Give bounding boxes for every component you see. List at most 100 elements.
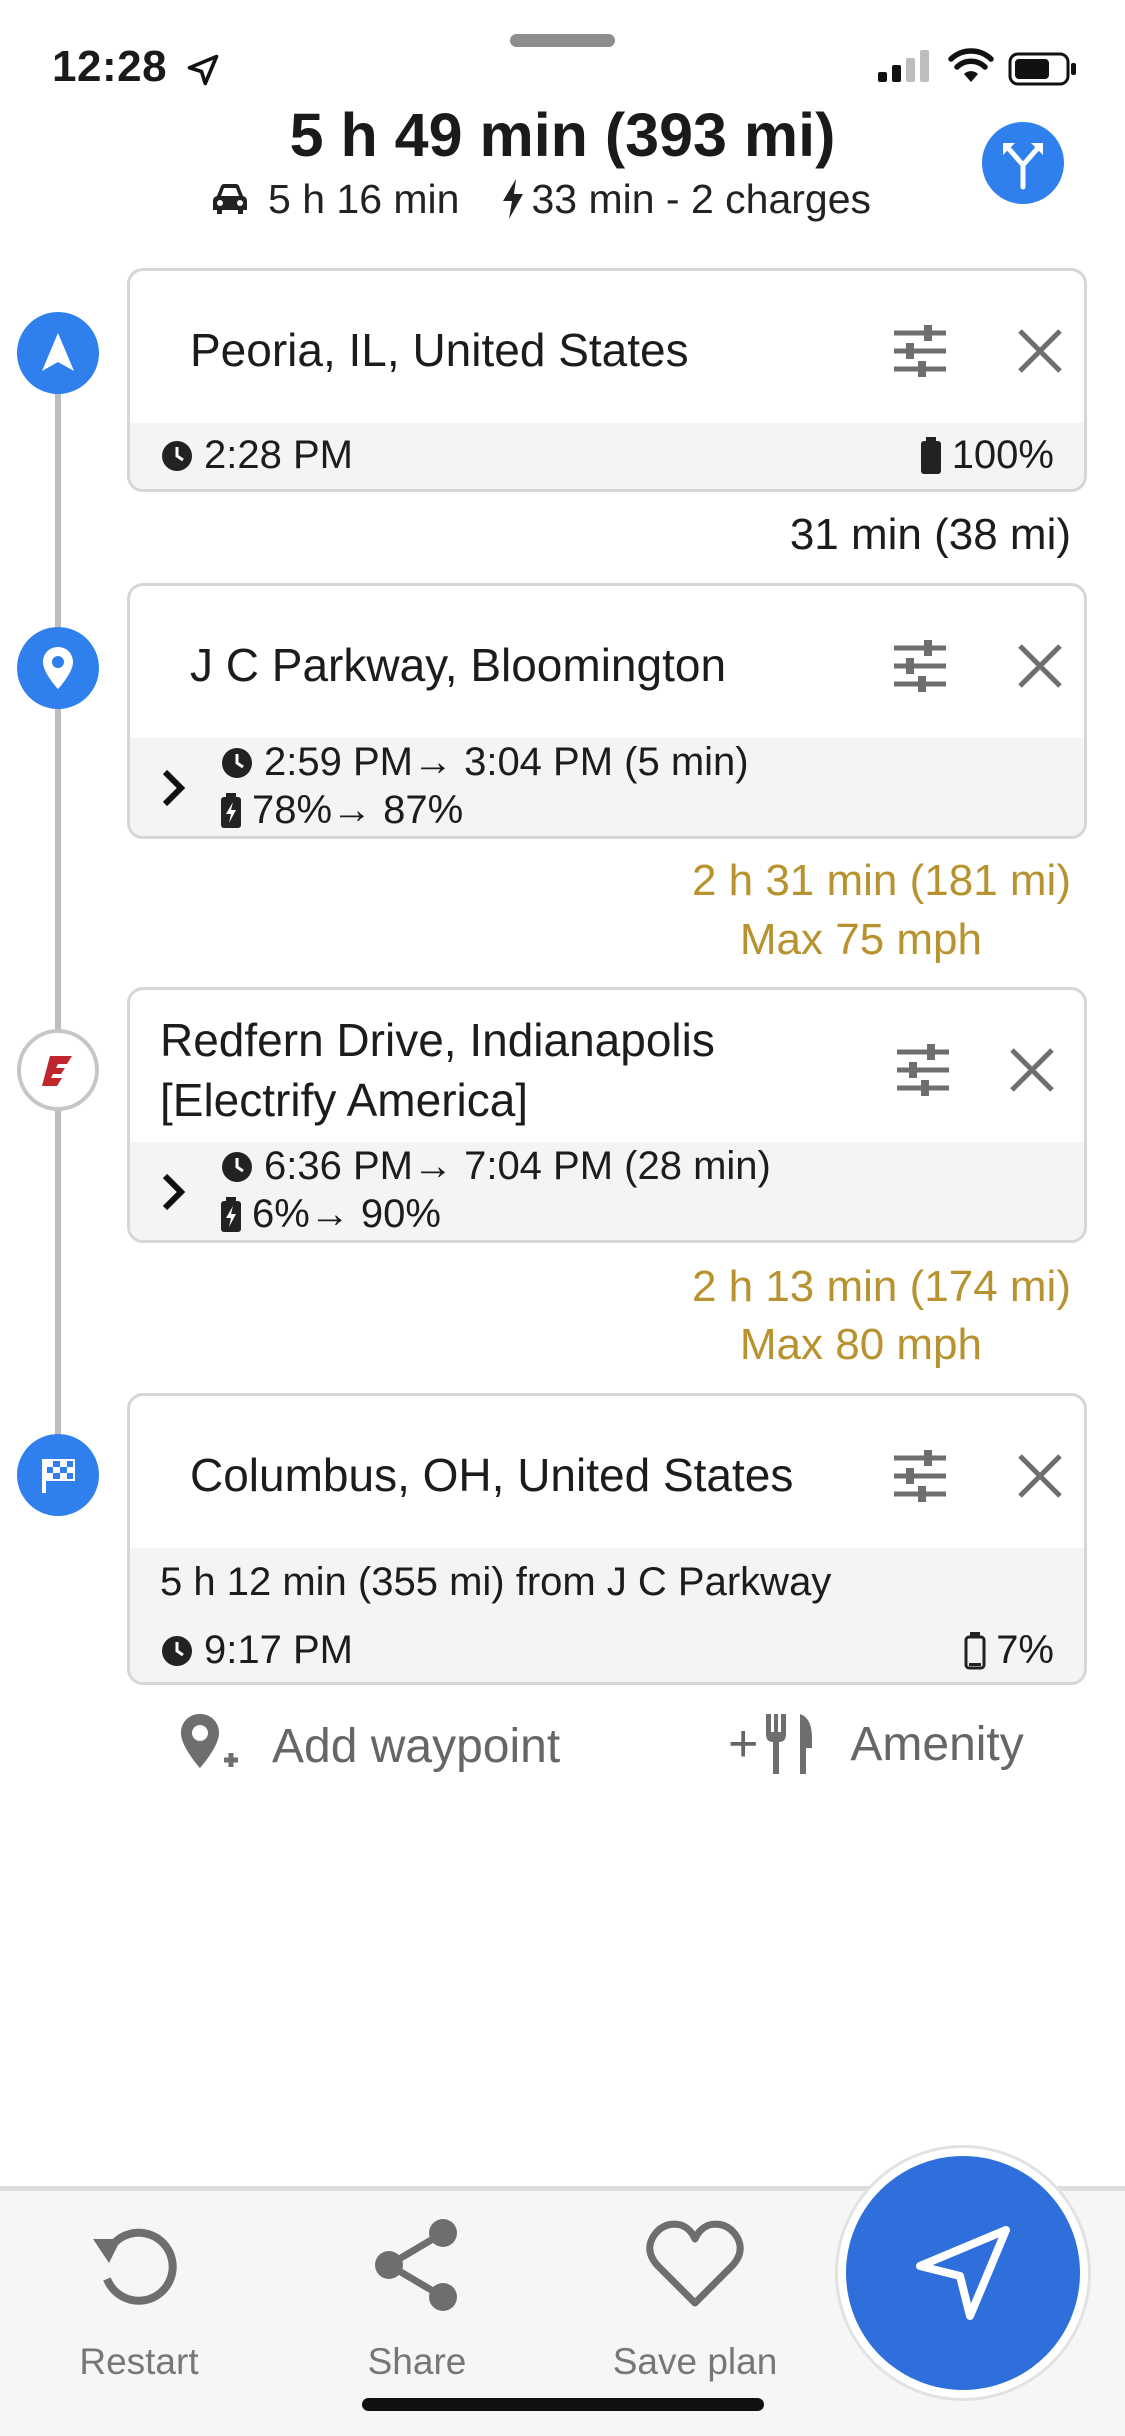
map-pin-icon bbox=[43, 647, 73, 689]
add-location-icon bbox=[181, 1714, 238, 1768]
arrival-time: 9:17 PM bbox=[204, 1628, 353, 1672]
charge-time-row: 2:59 PM→ 3:04 PM (5 min) bbox=[220, 740, 749, 785]
charger-node bbox=[17, 1029, 99, 1111]
fork-knife-icon bbox=[766, 1714, 813, 1774]
stop-title: Columbus, OH, United States bbox=[190, 1449, 794, 1501]
clock-icon bbox=[162, 440, 192, 471]
stop-settings-button[interactable] bbox=[890, 636, 950, 696]
leg-from-text: 5 h 12 min (355 mi) from J C Parkway bbox=[160, 1560, 832, 1604]
stop-footer: 5 h 12 min (355 mi) from J C Parkway 9:1… bbox=[130, 1548, 1084, 1682]
electrify-america-logo bbox=[42, 1056, 72, 1086]
stop-title-line1: Redfern Drive, Indianapolis bbox=[160, 1014, 715, 1066]
stop-footer: 6:36 PM→ 7:04 PM (28 min) 6%→ 90% bbox=[130, 1142, 1084, 1240]
expand-stop-button[interactable] bbox=[160, 758, 200, 818]
plus-icon: + bbox=[728, 1715, 759, 1773]
drive-time: 5 h 16 min bbox=[268, 175, 460, 222]
alternate-routes-button[interactable] bbox=[982, 122, 1064, 204]
remove-stop-button[interactable] bbox=[1010, 1446, 1070, 1506]
restart-button[interactable]: Restart bbox=[44, 2213, 234, 2383]
wifi-icon bbox=[948, 48, 994, 82]
stop-card-start[interactable]: Peoria, IL, United States 2:28 PM 100% bbox=[127, 268, 1087, 492]
charge-level-range: 78%→ 87% bbox=[252, 788, 464, 832]
battery-level: 100% bbox=[951, 433, 1054, 477]
clock-icon bbox=[222, 1151, 252, 1182]
restart-label: Restart bbox=[79, 2341, 199, 2382]
leg-duration-2: 2 h 31 min (181 mi) bbox=[691, 856, 1071, 905]
stop-title: Redfern Drive, Indianapolis [Electrify A… bbox=[160, 1010, 715, 1130]
status-time: 12:28 bbox=[52, 42, 168, 91]
car-icon bbox=[213, 184, 247, 214]
charge-level-range: 6%→ 90% bbox=[252, 1192, 441, 1236]
add-amenity-button[interactable]: + Amenity bbox=[728, 1712, 1024, 1776]
navigation-send-icon bbox=[916, 2226, 1010, 2320]
charge-time-row: 6:36 PM→ 7:04 PM (28 min) bbox=[220, 1144, 771, 1189]
remove-stop-button[interactable] bbox=[1002, 1040, 1062, 1100]
lightning-bolt-icon bbox=[503, 179, 524, 219]
tune-sliders-icon bbox=[894, 325, 946, 377]
stop-settings-button[interactable] bbox=[890, 321, 950, 381]
chevron-right-icon bbox=[162, 1173, 186, 1211]
close-icon bbox=[1010, 1048, 1054, 1092]
stop-footer: 2:59 PM→ 3:04 PM (5 min) 78%→ 87% bbox=[130, 738, 1084, 836]
share-label: Share bbox=[367, 2341, 467, 2382]
arrival-row: 2:28 PM bbox=[160, 433, 353, 478]
clock-icon bbox=[162, 1635, 192, 1666]
add-actions-row: Add waypoint + Amenity bbox=[0, 1712, 1125, 1782]
stop-settings-button[interactable] bbox=[893, 1040, 953, 1100]
stop-card-charger[interactable]: Redfern Drive, Indianapolis [Electrify A… bbox=[127, 987, 1087, 1243]
battery-charging-icon bbox=[221, 792, 241, 828]
route-fork-icon bbox=[1003, 143, 1043, 190]
stop-title: J C Parkway, Bloomington bbox=[190, 639, 727, 691]
battery-icon bbox=[1008, 52, 1076, 86]
battery-full-icon bbox=[920, 436, 941, 474]
expand-stop-button[interactable] bbox=[160, 1162, 200, 1222]
battery-low-icon bbox=[964, 1631, 986, 1669]
route-timeline-line bbox=[55, 350, 61, 1475]
battery-row: 100% bbox=[920, 433, 1054, 478]
start-navigation-button[interactable] bbox=[838, 2148, 1088, 2398]
charge-level-row: 6%→ 90% bbox=[220, 1192, 441, 1237]
amenity-label: Amenity bbox=[850, 1717, 1024, 1771]
route-summary-title: 5 h 49 min (393 mi) bbox=[289, 101, 836, 169]
stop-settings-button[interactable] bbox=[890, 1446, 950, 1506]
checkered-flag-icon bbox=[42, 1459, 75, 1493]
battery-level: 7% bbox=[996, 1628, 1054, 1672]
waypoint-node bbox=[17, 627, 99, 709]
tune-sliders-icon bbox=[894, 640, 946, 692]
remove-stop-button[interactable] bbox=[1010, 636, 1070, 696]
battery-charging-icon bbox=[221, 1196, 241, 1232]
stop-title: Peoria, IL, United States bbox=[190, 324, 689, 376]
add-waypoint-label: Add waypoint bbox=[272, 1719, 561, 1773]
leg-duration-1: 31 min (38 mi) bbox=[789, 510, 1071, 559]
close-icon bbox=[1018, 329, 1062, 373]
leg-speed-3: Max 80 mph bbox=[739, 1320, 982, 1369]
stop-card-destination[interactable]: Columbus, OH, United States 5 h 12 min (… bbox=[127, 1393, 1087, 1685]
cellular-signal-icon bbox=[878, 50, 929, 82]
tune-sliders-icon bbox=[894, 1450, 946, 1502]
close-icon bbox=[1018, 1454, 1062, 1498]
save-plan-label: Save plan bbox=[612, 2341, 778, 2382]
start-node bbox=[17, 312, 99, 394]
share-button[interactable]: Share bbox=[322, 2213, 512, 2383]
stop-card-waypoint[interactable]: J C Parkway, Bloomington 2:59 PM→ 3:04 P… bbox=[127, 583, 1087, 839]
location-services-icon bbox=[187, 54, 219, 86]
destination-node bbox=[17, 1434, 99, 1516]
heart-icon bbox=[646, 2220, 744, 2307]
navigation-arrow-icon bbox=[42, 333, 74, 371]
chevron-right-icon bbox=[162, 769, 186, 807]
sheet-grab-handle[interactable] bbox=[510, 34, 615, 47]
stop-title-line2: [Electrify America] bbox=[160, 1074, 529, 1126]
leg-duration-3: 2 h 13 min (174 mi) bbox=[691, 1262, 1071, 1311]
remove-stop-button[interactable] bbox=[1010, 321, 1070, 381]
leg-from-row: 5 h 12 min (355 mi) from J C Parkway bbox=[160, 1560, 831, 1605]
add-waypoint-button[interactable]: Add waypoint bbox=[178, 1712, 560, 1780]
home-indicator[interactable] bbox=[362, 2398, 764, 2411]
tune-sliders-icon bbox=[897, 1044, 949, 1096]
charge-level-row: 78%→ 87% bbox=[220, 788, 463, 833]
share-icon bbox=[375, 2219, 457, 2311]
leg-speed-2: Max 75 mph bbox=[739, 915, 982, 964]
charge-time-range: 2:59 PM→ 3:04 PM (5 min) bbox=[264, 740, 749, 784]
charge-summary: 33 min - 2 charges bbox=[531, 175, 872, 222]
clock-icon bbox=[222, 747, 252, 778]
save-plan-button[interactable]: Save plan bbox=[600, 2213, 790, 2383]
